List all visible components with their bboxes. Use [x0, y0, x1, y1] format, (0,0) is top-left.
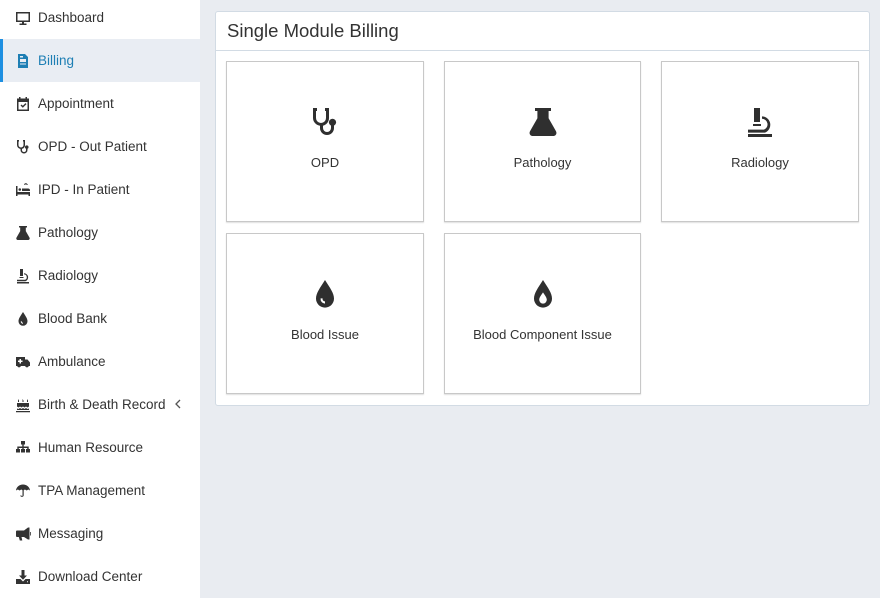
tile-opd[interactable]: OPD [226, 61, 424, 222]
sidebar-item-birth-death-record[interactable]: Birth & Death Record [0, 383, 200, 426]
sidebar-item-download-center[interactable]: Download Center [0, 555, 200, 598]
sidebar-item-appointment[interactable]: Appointment [0, 82, 200, 125]
bullhorn-icon [15, 526, 31, 542]
sitemap-icon [15, 440, 31, 456]
flask-icon [445, 105, 640, 139]
page-title: Single Module Billing [227, 20, 399, 41]
panel-header: Single Module Billing [216, 12, 869, 51]
tile-blood-issue[interactable]: Blood Issue [226, 233, 424, 394]
download-icon [15, 569, 31, 585]
sidebar-item-label: Radiology [38, 268, 99, 283]
sidebar-item-label: Appointment [38, 96, 114, 111]
stethoscope-icon [15, 139, 31, 155]
calendar-check-icon [15, 96, 31, 112]
sidebar-item-blood-bank[interactable]: Blood Bank [0, 297, 200, 340]
ambulance-icon [15, 354, 31, 370]
microscope-icon [662, 105, 858, 139]
sidebar-item-dashboard[interactable]: Dashboard [0, 0, 200, 39]
blood-drop-icon [227, 277, 423, 311]
sidebar-item-label: Human Resource [38, 440, 144, 455]
sidebar-item-label: OPD - Out Patient [38, 139, 147, 154]
sidebar-item-radiology[interactable]: Radiology [0, 254, 200, 297]
sidebar-item-ipd[interactable]: IPD - In Patient [0, 168, 200, 211]
sidebar-item-label: Pathology [38, 225, 99, 240]
sidebar-item-label: Ambulance [38, 354, 106, 369]
sidebar-item-ambulance[interactable]: Ambulance [0, 340, 200, 383]
tile-pathology[interactable]: Pathology [444, 61, 641, 222]
sidebar-item-label: Blood Bank [38, 311, 108, 326]
monitor-icon [15, 10, 31, 26]
tile-label: Blood Issue [291, 327, 359, 342]
single-module-billing-panel: Single Module Billing OPD Pathology Radi… [215, 11, 870, 406]
tile-blood-component-issue[interactable]: Blood Component Issue [444, 233, 641, 394]
sidebar-item-human-resource[interactable]: Human Resource [0, 426, 200, 469]
sidebar-item-label: Messaging [38, 526, 104, 541]
sidebar-item-messaging[interactable]: Messaging [0, 512, 200, 555]
sidebar-item-label: TPA Management [38, 483, 146, 498]
blood-drop-outline-icon [445, 277, 640, 311]
tile-label: Pathology [513, 155, 572, 170]
sidebar-item-opd[interactable]: OPD - Out Patient [0, 125, 200, 168]
microscope-icon [15, 268, 31, 284]
sidebar: Dashboard Billing Appointment OPD - Out … [0, 0, 200, 598]
tile-label: Blood Component Issue [473, 327, 612, 342]
birthday-cake-icon [15, 397, 31, 413]
flask-icon [15, 225, 31, 241]
tile-label: OPD [310, 155, 340, 170]
stethoscope-icon [227, 105, 423, 139]
sidebar-item-pathology[interactable]: Pathology [0, 211, 200, 254]
sidebar-item-label: IPD - In Patient [38, 182, 130, 197]
sidebar-item-label: Dashboard [38, 10, 105, 25]
sidebar-item-label: Download Center [38, 569, 143, 584]
document-icon [15, 53, 31, 69]
chevron-left-icon[interactable] [173, 396, 183, 412]
umbrella-icon [15, 483, 31, 499]
blood-drop-icon [15, 311, 31, 327]
tile-label: Radiology [731, 155, 789, 170]
sidebar-item-label: Birth & Death Record [38, 397, 166, 412]
sidebar-item-label: Billing [38, 53, 75, 68]
sidebar-item-billing[interactable]: Billing [0, 39, 200, 82]
tile-radiology[interactable]: Radiology [661, 61, 859, 222]
bed-icon [15, 182, 31, 198]
sidebar-item-tpa-management[interactable]: TPA Management [0, 469, 200, 512]
